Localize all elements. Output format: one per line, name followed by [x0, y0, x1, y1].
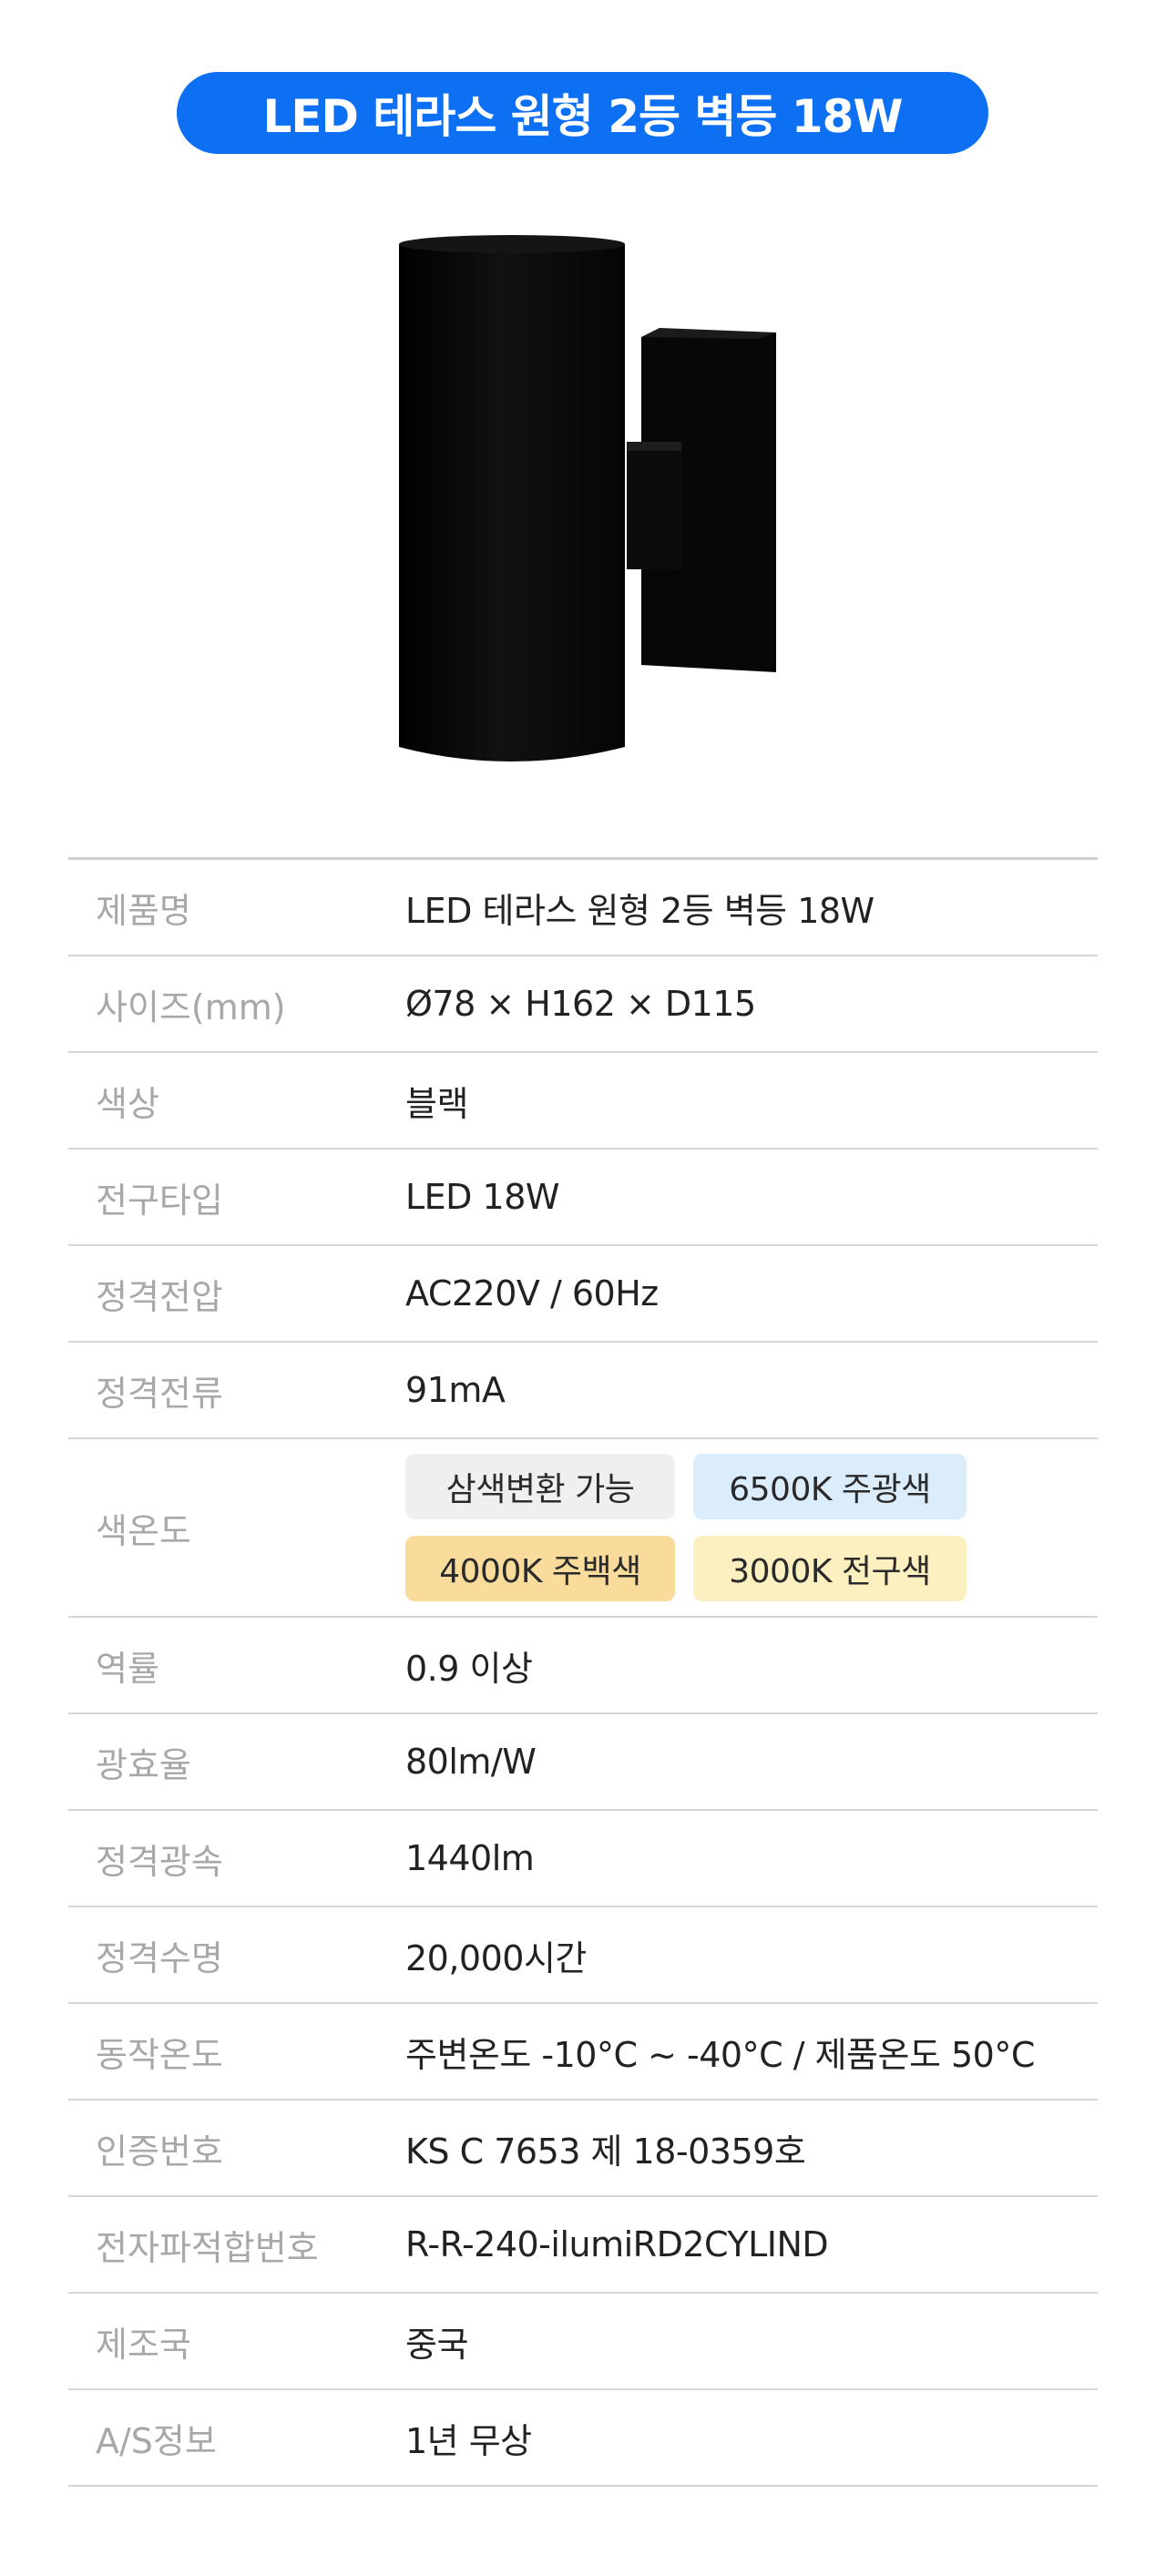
- spec-value: KS C 7653 제 18-0359호: [405, 2131, 806, 2172]
- spec-row-country: 제조국 중국: [68, 2294, 1098, 2390]
- cylinder-wall-lamp-icon: [399, 235, 776, 762]
- spec-label: 색상: [96, 1083, 159, 1124]
- spec-row-product-name: 제품명 LED 테라스 원형 2등 벽등 18W: [68, 860, 1098, 956]
- spec-value: 블랙: [405, 1083, 468, 1124]
- chip-6500k: 6500K 주광색: [693, 1454, 967, 1519]
- spec-value: 1년 무상: [405, 2420, 532, 2461]
- spec-label: 동작온도: [96, 2034, 223, 2075]
- spec-label: 역률: [96, 1648, 159, 1689]
- spec-row-emc-number: 전자파적합번호 R-R-240-ilumiRD2CYLIND: [68, 2197, 1098, 2294]
- spec-value: 80lm/W: [405, 1742, 537, 1782]
- spec-row-power-factor: 역률 0.9 이상: [68, 1618, 1098, 1714]
- spec-value: 1440lm: [405, 1838, 535, 1878]
- spec-value: 20,000시간: [405, 1937, 587, 1978]
- spec-label: 전구타입: [96, 1180, 223, 1221]
- spec-label: 제조국: [96, 2324, 191, 2365]
- spec-label: 색온도: [96, 1510, 191, 1551]
- spec-label: 정격수명: [96, 1937, 223, 1978]
- spec-row-as-info: A/S정보 1년 무상: [68, 2390, 1098, 2487]
- spec-row-luminous-flux: 정격광속 1440lm: [68, 1811, 1098, 1907]
- chip-3000k: 3000K 전구색: [693, 1536, 967, 1601]
- spec-label: 정격전류: [96, 1373, 223, 1414]
- product-title-banner: LED 테라스 원형 2등 벽등 18W: [177, 72, 988, 154]
- spec-label: 사이즈(mm): [96, 986, 286, 1027]
- color-temperature-chips: 삼색변환 가능 6500K 주광색 4000K 주백색 3000K 전구색: [405, 1454, 1098, 1601]
- spec-label: 정격전압: [96, 1276, 223, 1317]
- product-image: [383, 219, 783, 783]
- spec-row-rated-lifetime: 정격수명 20,000시간: [68, 1907, 1098, 2004]
- spec-value: 주변온도 -10°C ~ -40°C / 제품온도 50°C: [405, 2034, 1035, 2075]
- spec-label: 전자파적합번호: [96, 2227, 319, 2268]
- spec-value: 91mA: [405, 1370, 506, 1410]
- spec-row-certification: 인증번호 KS C 7653 제 18-0359호: [68, 2101, 1098, 2197]
- chip-tricolor: 삼색변환 가능: [405, 1454, 675, 1519]
- spec-row-luminous-efficacy: 광효율 80lm/W: [68, 1714, 1098, 1811]
- spec-row-color-temperature: 색온도 삼색변환 가능 6500K 주광색 4000K 주백색 3000K 전구…: [68, 1439, 1098, 1618]
- spec-value: 중국: [405, 2324, 468, 2365]
- spec-value: LED 테라스 원형 2등 벽등 18W: [405, 890, 874, 931]
- spec-label: A/S정보: [96, 2420, 217, 2461]
- spec-label: 정격광속: [96, 1841, 223, 1882]
- spec-label: 광효율: [96, 1744, 191, 1785]
- chip-4000k: 4000K 주백색: [405, 1536, 675, 1601]
- spec-value: AC220V / 60Hz: [405, 1273, 659, 1314]
- spec-value: Ø78 × H162 × D115: [405, 984, 756, 1024]
- spec-row-operating-temperature: 동작온도 주변온도 -10°C ~ -40°C / 제품온도 50°C: [68, 2004, 1098, 2101]
- product-title: LED 테라스 원형 2등 벽등 18W: [262, 90, 903, 143]
- spec-row-bulb-type: 전구타입 LED 18W: [68, 1150, 1098, 1246]
- spec-row-size: 사이즈(mm) Ø78 × H162 × D115: [68, 956, 1098, 1053]
- spec-label: 제품명: [96, 890, 191, 931]
- spec-row-rated-voltage: 정격전압 AC220V / 60Hz: [68, 1246, 1098, 1343]
- spec-value: 0.9 이상: [405, 1648, 533, 1689]
- spec-value: LED 18W: [405, 1177, 559, 1217]
- spec-row-rated-current: 정격전류 91mA: [68, 1343, 1098, 1439]
- spec-row-color: 색상 블랙: [68, 1053, 1098, 1150]
- spec-value: R-R-240-ilumiRD2CYLIND: [405, 2224, 829, 2264]
- spec-table: 제품명 LED 테라스 원형 2등 벽등 18W 사이즈(mm) Ø78 × H…: [68, 857, 1098, 2487]
- spec-label: 인증번호: [96, 2131, 223, 2172]
